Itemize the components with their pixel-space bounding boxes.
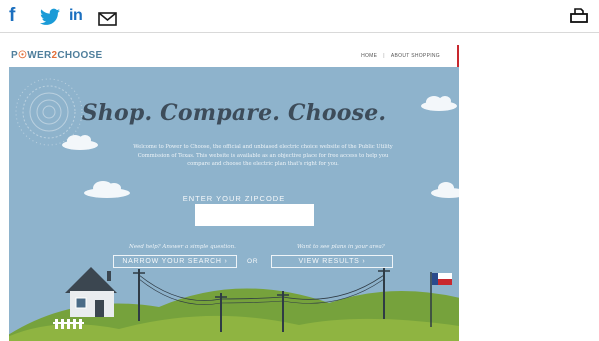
print-icon[interactable] [570, 8, 588, 24]
or-label: OR [247, 258, 259, 265]
cloud-icon [62, 135, 98, 150]
site-logo[interactable]: P☉WER2CHOOSE [11, 50, 103, 61]
header-accent-bar [457, 45, 459, 67]
hero-headline: Shop. Compare. Choose. [81, 100, 387, 126]
nav-about-link[interactable]: ABOUT SHOPPING [391, 53, 440, 59]
site-header: P☉WER2CHOOSE HOME | ABOUT SHOPPING [9, 45, 459, 67]
zipcode-input[interactable] [195, 204, 314, 226]
site-nav: HOME | ABOUT SHOPPING [358, 53, 443, 59]
nav-home-link[interactable]: HOME [361, 53, 377, 59]
twitter-icon[interactable] [40, 8, 60, 26]
results-help-text: Want to see plans in your area? [297, 244, 385, 250]
power-to-choose-screenshot: P☉WER2CHOOSE HOME | ABOUT SHOPPING Shop.… [9, 45, 459, 341]
facebook-icon[interactable]: f [9, 6, 15, 25]
linkedin-icon[interactable]: in [69, 7, 83, 25]
narrow-search-button[interactable]: NARROW YOUR SEARCH › [113, 255, 237, 268]
nav-separator: | [383, 53, 385, 59]
view-results-button[interactable]: VIEW RESULTS › [271, 255, 393, 268]
share-bar: f in [0, 0, 599, 33]
logo-power-icon: ☉ [17, 50, 28, 61]
narrow-help-text: Need help? Answer a simple question. [129, 244, 236, 250]
hero-intro-text: Welcome to Power to Choose, the official… [133, 144, 393, 167]
zipcode-label: ENTER YOUR ZIPCODE [182, 194, 286, 203]
mail-icon[interactable] [98, 10, 117, 28]
hero-section: Shop. Compare. Choose. Welcome to Power … [9, 67, 459, 341]
